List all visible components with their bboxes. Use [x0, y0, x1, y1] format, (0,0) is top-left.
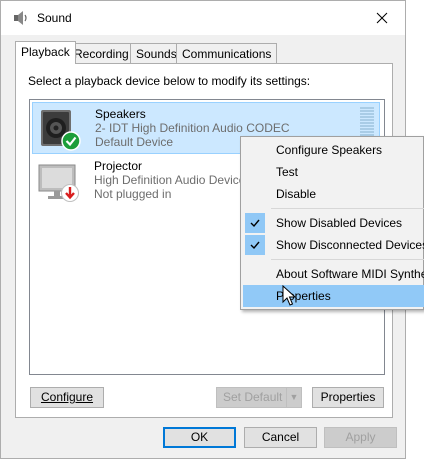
menu-item-label: Test: [276, 165, 299, 179]
properties-label: Properties: [320, 390, 376, 404]
checkmark-icon: [245, 213, 265, 233]
device-status: Default Device: [95, 135, 174, 149]
close-button[interactable]: [359, 1, 405, 35]
tab-playback[interactable]: Playback: [15, 41, 76, 64]
menu-separator: [271, 208, 424, 209]
device-name: Projector: [94, 159, 143, 173]
tab-communications[interactable]: Communications: [176, 43, 278, 63]
tab-recording[interactable]: Recording: [68, 43, 135, 63]
menu-separator: [271, 259, 424, 260]
menu-item-label: Disable: [276, 187, 317, 201]
cancel-button[interactable]: Cancel: [244, 427, 317, 448]
set-default-label: Set Default: [223, 390, 283, 404]
speakers-icon: [41, 110, 81, 151]
set-default-button[interactable]: Set Default ▼: [216, 387, 302, 408]
menu-item-label: About Software MIDI Synthe: [276, 267, 424, 281]
apply-button[interactable]: Apply: [324, 427, 397, 448]
menu-item-label: Configure Speakers: [276, 143, 383, 157]
context-menu: Configure Speakers Test Disable Show Dis…: [240, 136, 424, 310]
green-check-badge: [61, 131, 81, 151]
title-bar: Sound: [1, 1, 405, 35]
configure-button[interactable]: Configure: [30, 387, 104, 408]
menu-item-about-software-midi[interactable]: About Software MIDI Synthe: [243, 263, 424, 285]
device-driver: High Definition Audio Device: [94, 173, 246, 187]
ok-button[interactable]: OK: [163, 427, 236, 448]
device-status: Not plugged in: [94, 187, 172, 201]
speaker-icon: [14, 11, 27, 25]
menu-item-show-disabled-devices[interactable]: Show Disabled Devices: [243, 212, 424, 234]
properties-button[interactable]: Properties: [312, 387, 384, 408]
menu-item-test[interactable]: Test: [243, 161, 424, 183]
configure-label: Configure: [40, 390, 94, 404]
menu-item-show-disconnected-devices[interactable]: Show Disconnected Devices: [243, 234, 424, 256]
red-arrow-badge: [61, 184, 79, 202]
instruction-text: Select a playback device below to modify…: [28, 74, 311, 88]
tab-sounds[interactable]: Sounds: [130, 43, 183, 63]
close-icon: [376, 12, 388, 24]
window-title: Sound: [37, 11, 72, 25]
checkmark-icon: [245, 235, 265, 255]
menu-item-label: Show Disconnected Devices: [276, 238, 424, 252]
menu-item-configure-speakers[interactable]: Configure Speakers: [243, 139, 424, 161]
menu-item-disable[interactable]: Disable: [243, 183, 424, 205]
chevron-down-icon: ▼: [286, 388, 301, 407]
menu-item-properties[interactable]: Properties: [243, 285, 424, 307]
mouse-cursor-icon: [282, 285, 296, 306]
device-name: Speakers: [95, 107, 146, 121]
device-driver: 2- IDT High Definition Audio CODEC: [95, 121, 290, 135]
projector-icon: [38, 164, 79, 202]
menu-item-label: Show Disabled Devices: [276, 216, 403, 230]
